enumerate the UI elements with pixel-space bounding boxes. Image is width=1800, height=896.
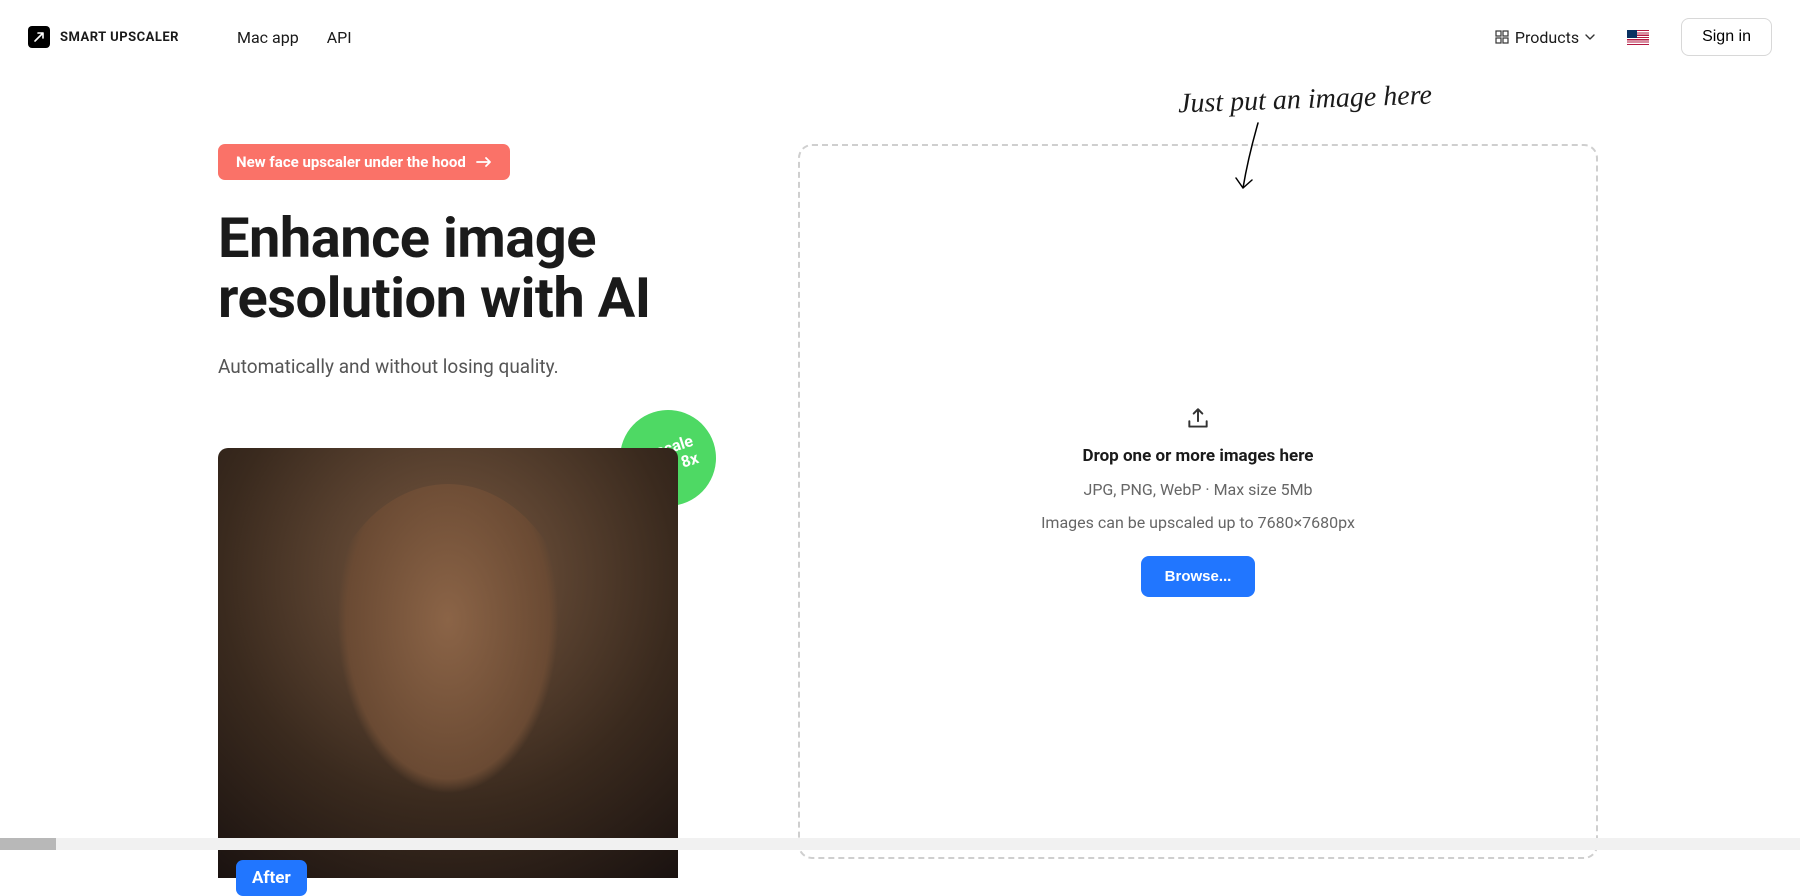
upload-icon [1185, 406, 1211, 432]
hero-section: New face upscaler under the hood Enhance… [218, 144, 678, 878]
products-menu[interactable]: Products [1495, 28, 1595, 47]
arrow-curve-icon [1228, 118, 1268, 198]
main: New face upscaler under the hood Enhance… [0, 144, 1800, 878]
hint-text: Just put an image here [1178, 80, 1433, 121]
upscale-icon [28, 26, 50, 48]
dropzone-maxsize: Images can be upscaled up to 7680×7680px [1041, 513, 1355, 532]
language-flag-us[interactable] [1627, 30, 1649, 45]
brand-name: SMART UPSCALER [60, 30, 179, 45]
chevron-down-icon [1585, 32, 1595, 42]
nav-mac-app[interactable]: Mac app [237, 28, 299, 47]
example-image-wrap: Upscale up to 8x After [218, 448, 678, 878]
dropzone-title: Drop one or more images here [1083, 446, 1314, 466]
example-image [218, 448, 678, 878]
horizontal-scrollbar-track [0, 838, 1800, 850]
header: SMART UPSCALER Mac app API Products Sign… [0, 0, 1800, 74]
products-label: Products [1515, 28, 1579, 47]
after-label: After [236, 860, 307, 896]
face-placeholder [318, 484, 578, 824]
hero-title: Enhance imageresolution with AI [218, 208, 678, 329]
upload-section: Just put an image here Drop one or more … [798, 144, 1598, 878]
nav-links: Mac app API [237, 28, 352, 47]
hero-subtitle: Automatically and without losing quality… [218, 355, 678, 378]
badge-text: New face upscaler under the hood [236, 153, 466, 171]
arrow-right-icon [476, 156, 492, 168]
brand-logo[interactable]: SMART UPSCALER [28, 26, 179, 48]
dropzone-formats: JPG, PNG, WebP · Max size 5Mb [1083, 480, 1312, 499]
nav-api[interactable]: API [327, 28, 352, 47]
browse-button[interactable]: Browse... [1141, 556, 1256, 597]
signin-button[interactable]: Sign in [1681, 18, 1772, 56]
dropzone[interactable]: Drop one or more images here JPG, PNG, W… [798, 144, 1598, 859]
grid-icon [1495, 30, 1509, 44]
new-feature-badge[interactable]: New face upscaler under the hood [218, 144, 510, 180]
header-right: Products Sign in [1495, 18, 1772, 56]
horizontal-scrollbar-thumb[interactable] [0, 838, 56, 850]
